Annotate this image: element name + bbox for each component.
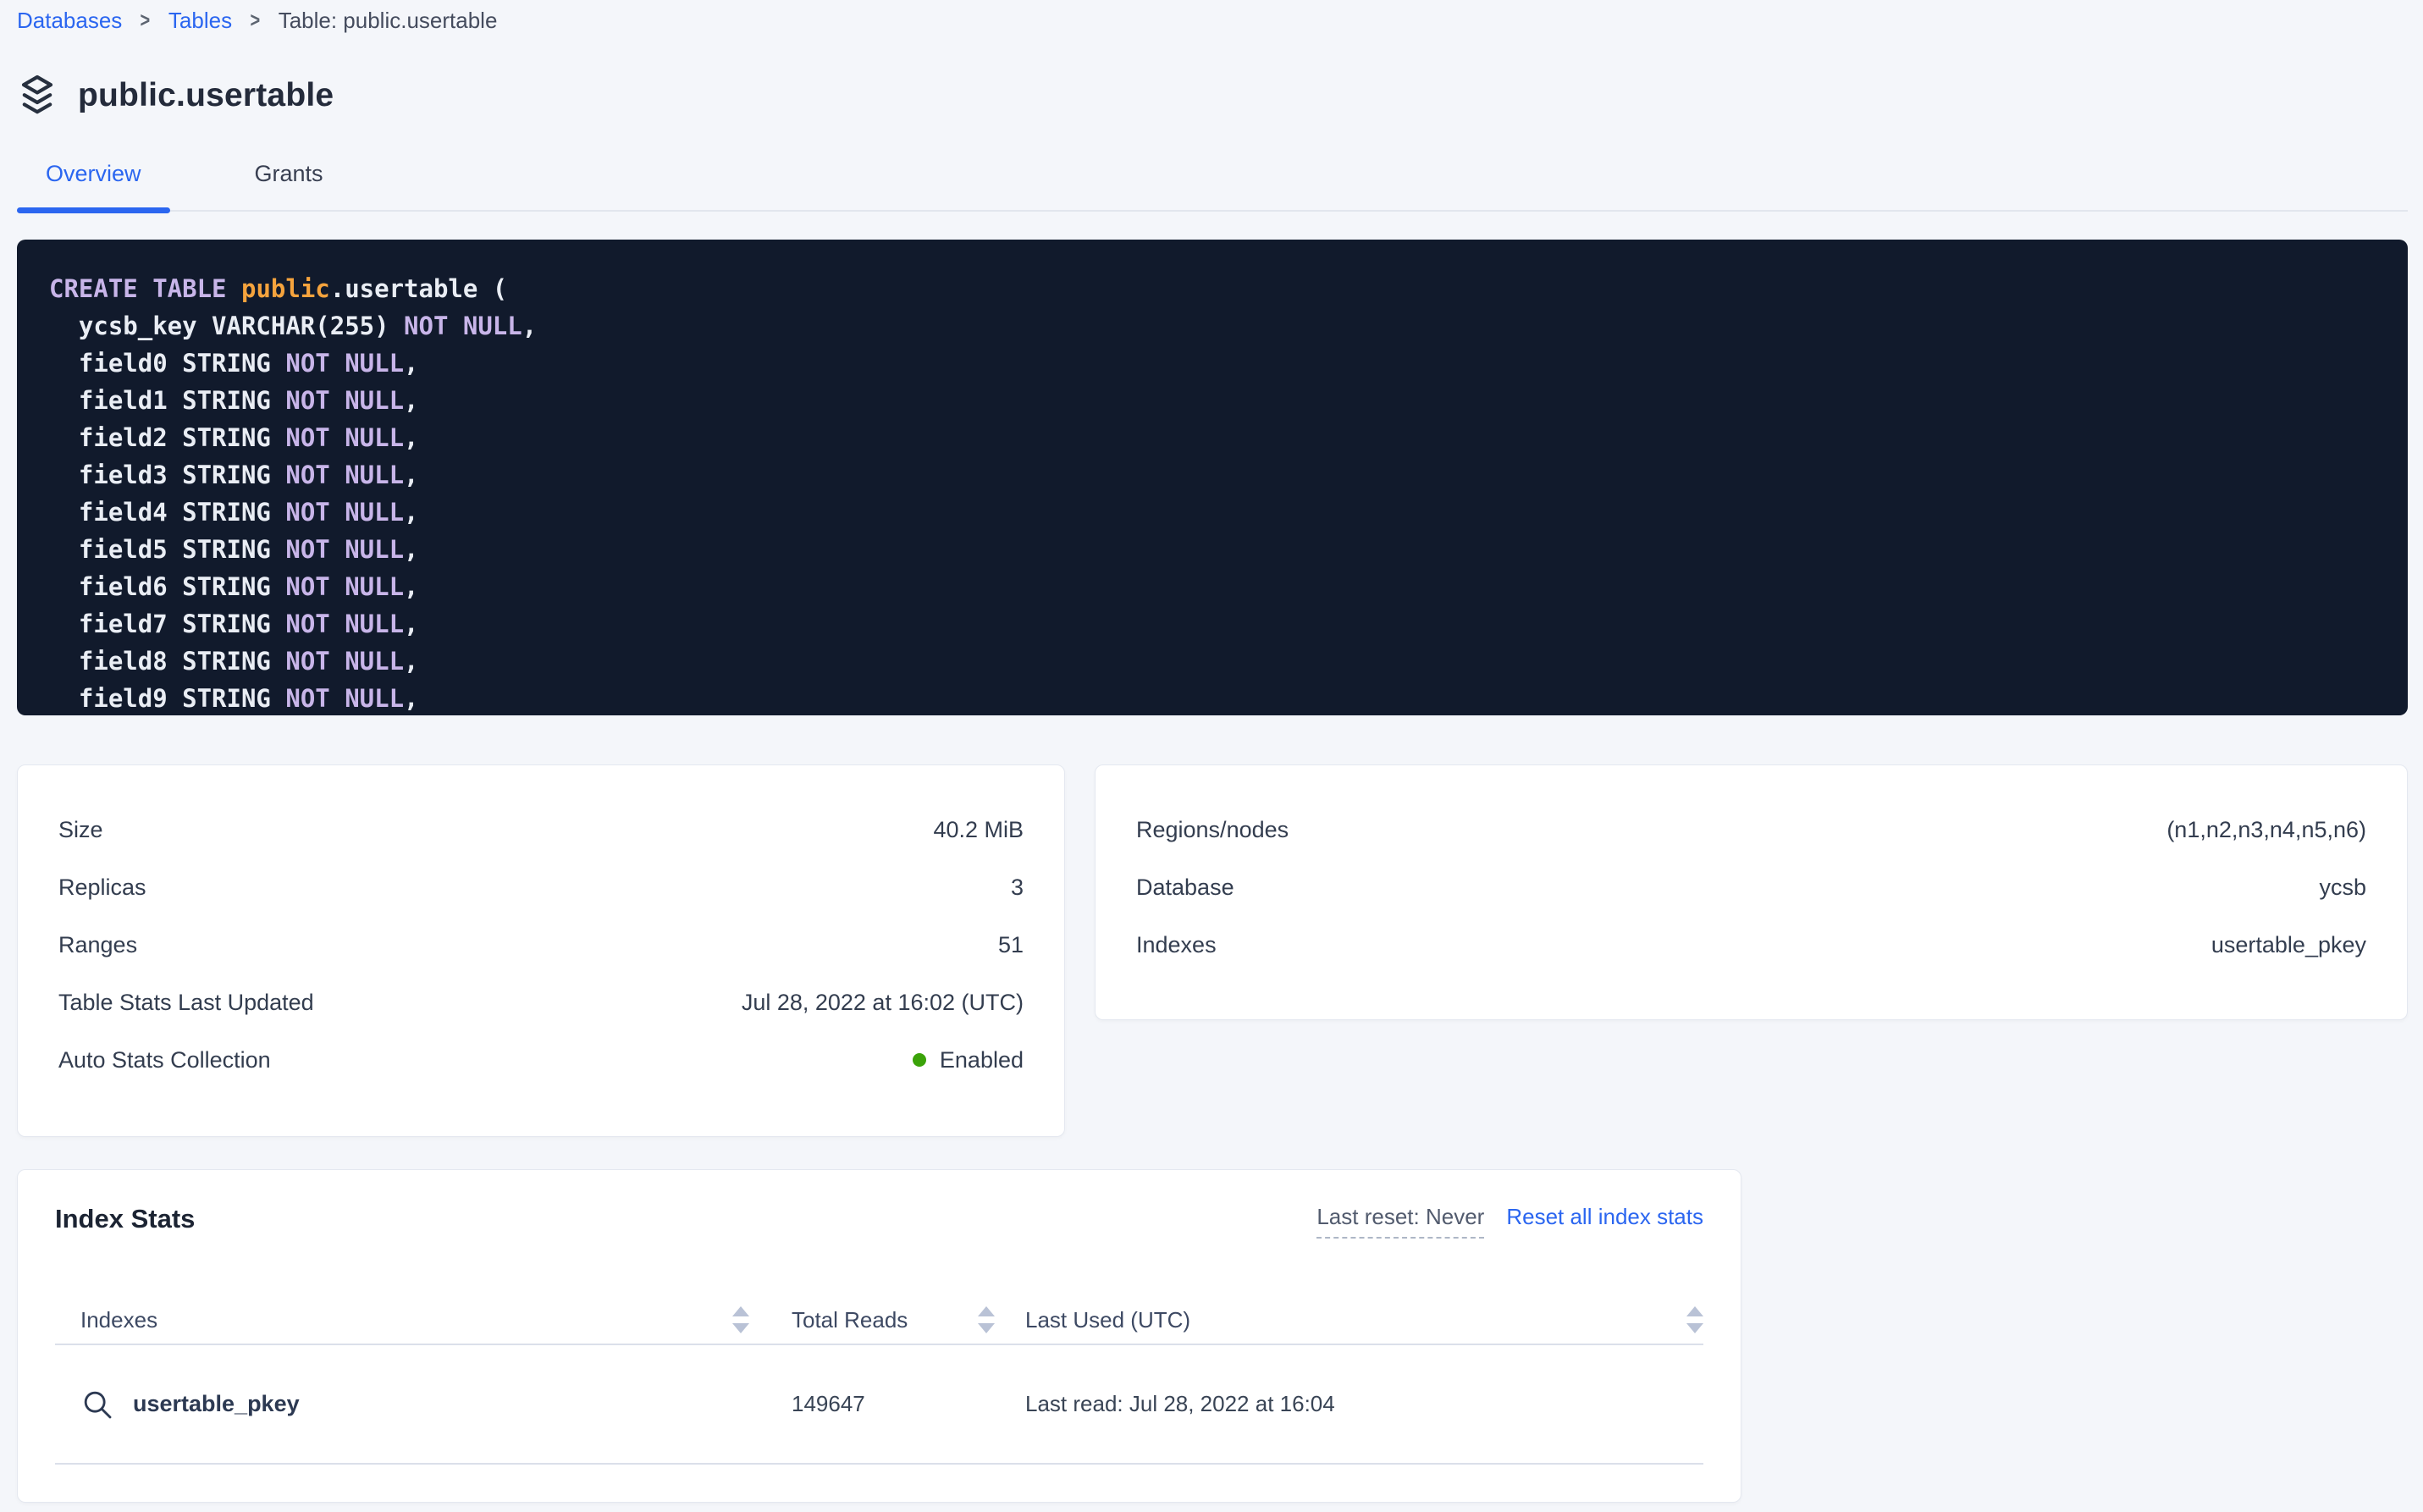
stack-icon [17, 74, 58, 118]
stat-row: Regions/nodes (n1,n2,n3,n4,n5,n6) [1136, 801, 2366, 858]
index-name: usertable_pkey [133, 1391, 300, 1417]
stat-value-text: 3 [1011, 875, 1024, 901]
column-header-indexes[interactable]: Indexes [55, 1306, 749, 1333]
stat-row: Ranges 51 [58, 916, 1024, 974]
breadcrumb-item-tables[interactable]: Tables [168, 7, 232, 34]
table-meta-card: Regions/nodes (n1,n2,n3,n4,n5,n6) Database… [1095, 764, 2408, 1020]
stat-row: Auto Stats Collection Enabled [58, 1031, 1024, 1089]
reset-index-stats-link[interactable]: Reset all index stats [1506, 1204, 1703, 1230]
breadcrumb-separator: > [141, 7, 151, 34]
table-row: usertable_pkey 149647 Last read: Jul 28, 2… [55, 1345, 1703, 1463]
stat-label: Size [58, 817, 103, 843]
stat-row: Indexes usertable_pkey [1136, 916, 2366, 974]
index-table-header: Indexes Total Reads Last Used (UTC) [55, 1296, 1703, 1344]
sql-line: field5 STRING NOT NULL, [49, 531, 2374, 568]
sql-line: field2 STRING NOT NULL, [49, 419, 2374, 456]
stat-row: Database ycsb [1136, 858, 2366, 916]
stat-row: Size 40.2 MiB [58, 801, 1024, 858]
stat-value: 40.2 MiB [933, 817, 1024, 843]
stat-row: Replicas 3 [58, 858, 1024, 916]
sql-line: field7 STRING NOT NULL, [49, 605, 2374, 643]
sql-line: field0 STRING NOT NULL, [49, 345, 2374, 382]
stat-value-text: ycsb [2319, 875, 2366, 901]
page-header: public.usertable [17, 69, 2408, 122]
stat-value-text: 51 [998, 932, 1024, 958]
stat-label: Replicas [58, 875, 146, 901]
page-content: Databases > Tables > Table: public.usertable… [0, 7, 2423, 1503]
column-header-last-used[interactable]: Last Used (UTC) [995, 1306, 1703, 1333]
sql-line: field6 STRING NOT NULL, [49, 568, 2374, 605]
stat-label: Auto Stats Collection [58, 1047, 271, 1073]
breadcrumb-item-table-public-usertable: Table: public.usertable [279, 7, 498, 34]
sql-line: field4 STRING NOT NULL, [49, 494, 2374, 531]
status-dot-icon [913, 1053, 926, 1067]
stat-value: 51 [998, 932, 1024, 958]
tab-overview[interactable]: Overview [17, 159, 170, 210]
page-title: public.usertable [78, 77, 334, 114]
index-table-body: usertable_pkey 149647 Last read: Jul 28, 2… [55, 1345, 1703, 1465]
stat-value: Enabled [913, 1047, 1024, 1073]
tab-bar: Overview Grants [17, 159, 2408, 212]
stat-label: Database [1136, 875, 1234, 901]
stat-row: Table Stats Last Updated Jul 28, 2022 at … [58, 974, 1024, 1031]
sql-line: field1 STRING NOT NULL, [49, 382, 2374, 419]
index-stats-header: Index Stats Last reset: Never Reset all … [55, 1202, 1703, 1239]
table-stats-card: Size 40.2 MiB Replicas 3 Ranges 51 Table Stats… [17, 764, 1065, 1137]
stat-value: ycsb [2319, 875, 2366, 901]
breadcrumb-item-databases[interactable]: Databases [17, 7, 122, 34]
sql-line: field9 STRING NOT NULL, [49, 680, 2374, 715]
last-used-value: Last read: Jul 28, 2022 at 16:04 [1025, 1391, 1335, 1417]
index-stats-card: Index Stats Last reset: Never Reset all … [17, 1169, 1741, 1503]
summary-cards-row: Size 40.2 MiB Replicas 3 Ranges 51 Table Stats… [17, 764, 2408, 1137]
sort-icon[interactable] [978, 1306, 995, 1333]
create-table-sql: CREATE TABLE public.usertable ( ycsb_key… [17, 240, 2408, 715]
index-name-link[interactable]: usertable_pkey [80, 1388, 300, 1421]
sort-icon[interactable] [1686, 1306, 1703, 1333]
stat-label: Indexes [1136, 932, 1217, 958]
breadcrumb: Databases > Tables > Table: public.usertable [17, 7, 2408, 34]
stat-label: Regions/nodes [1136, 817, 1289, 843]
search-icon [80, 1388, 114, 1421]
tab-grants[interactable]: Grants [226, 159, 352, 210]
stat-value: 3 [1011, 875, 1024, 901]
stat-value-text: usertable_pkey [2211, 932, 2366, 958]
sort-icon[interactable] [732, 1306, 749, 1333]
stat-label: Ranges [58, 932, 137, 958]
last-reset-label: Last reset: Never [1316, 1204, 1484, 1239]
stat-value-text: (n1,n2,n3,n4,n5,n6) [2166, 817, 2366, 843]
stat-value-text: 40.2 MiB [933, 817, 1024, 843]
stat-value-text: Enabled [940, 1047, 1024, 1073]
sql-line: CREATE TABLE public.usertable ( [49, 270, 2374, 307]
index-stats-actions: Last reset: Never Reset all index stats [1316, 1202, 1703, 1239]
column-header-total-reads[interactable]: Total Reads [749, 1306, 995, 1333]
stat-label: Table Stats Last Updated [58, 990, 314, 1016]
total-reads-value: 149647 [792, 1391, 865, 1417]
divider [55, 1463, 1703, 1465]
index-stats-title: Index Stats [55, 1202, 195, 1236]
stat-value: (n1,n2,n3,n4,n5,n6) [2166, 817, 2366, 843]
breadcrumb-separator: > [251, 7, 261, 34]
stat-value-text: Jul 28, 2022 at 16:02 (UTC) [742, 990, 1024, 1016]
stat-value: usertable_pkey [2211, 932, 2366, 958]
stat-value: Jul 28, 2022 at 16:02 (UTC) [742, 990, 1024, 1016]
sql-line: field3 STRING NOT NULL, [49, 456, 2374, 494]
sql-line: field8 STRING NOT NULL, [49, 643, 2374, 680]
sql-line: ycsb_key VARCHAR(255) NOT NULL, [49, 307, 2374, 345]
